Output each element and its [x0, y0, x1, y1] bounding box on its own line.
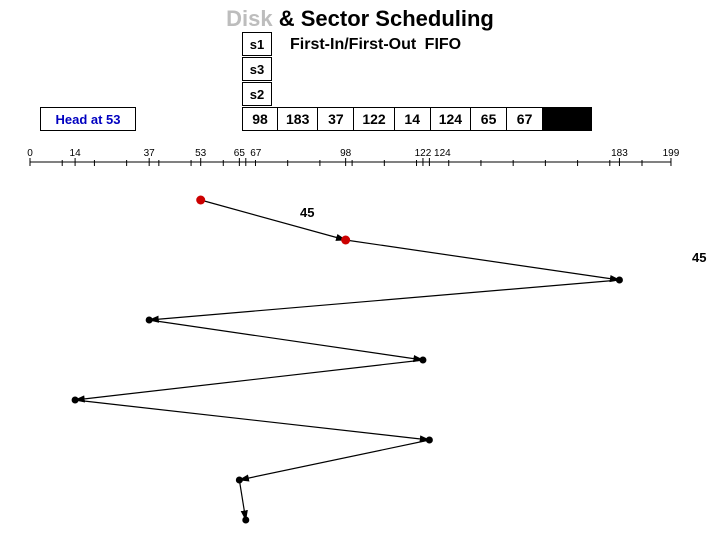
- seek-path-chart: [0, 0, 720, 540]
